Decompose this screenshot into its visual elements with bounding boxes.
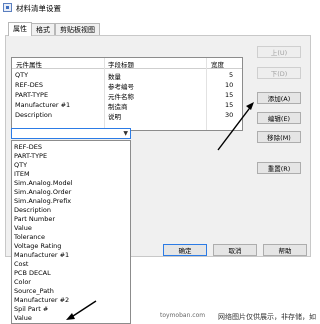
arrow-to-add-button — [217, 102, 254, 151]
watermark-text: 网络图片仅供展示，非存储，如 — [218, 313, 316, 321]
watermark-host: toymoban.com — [160, 312, 206, 319]
tab-properties[interactable]: 属性 — [8, 22, 32, 36]
annotation-arrows — [66, 102, 254, 320]
arrow-to-dropdown-list — [66, 300, 97, 320]
